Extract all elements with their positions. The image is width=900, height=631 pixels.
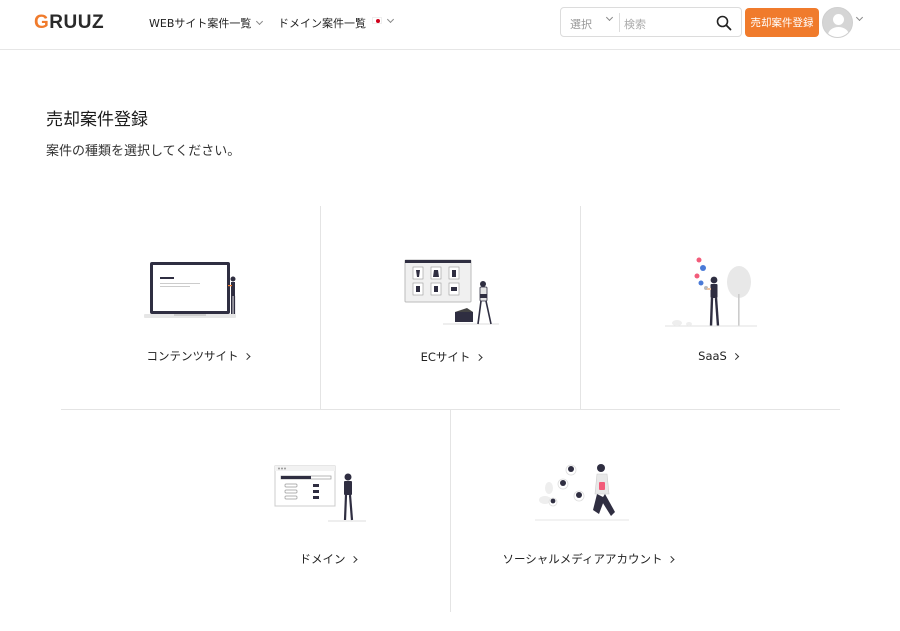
social-media-illustration-icon	[535, 464, 629, 521]
chevron-down-icon	[386, 15, 395, 23]
nav-web-cases[interactable]: WEBサイト案件一覧	[149, 15, 264, 31]
page-subtitle: 案件の種類を選択してください。	[46, 144, 241, 159]
saas-illustration-icon	[665, 257, 757, 327]
nav-domain-cases-label: ドメイン案件一覧	[278, 17, 366, 30]
chevron-down-icon	[605, 13, 614, 22]
logo-rest: RUUZ	[49, 12, 105, 33]
category-label: ECサイト	[420, 350, 471, 364]
chevron-right-icon	[731, 352, 739, 360]
category-select[interactable]: 選択	[570, 16, 592, 32]
chevron-right-icon	[243, 352, 251, 360]
category-ec-site-link[interactable]: ECサイト	[420, 349, 483, 365]
laptop-illustration-icon	[144, 262, 236, 318]
search-input[interactable]: 検索	[624, 16, 646, 32]
chevron-right-icon	[667, 555, 675, 563]
language-selector[interactable]	[372, 15, 395, 24]
nav-domain-cases[interactable]: ドメイン案件一覧	[278, 15, 366, 31]
category-social-media-link[interactable]: ソーシャルメディアアカウント	[502, 551, 675, 567]
register-listing-button[interactable]: 売却案件登録	[745, 8, 819, 37]
chevron-right-icon	[350, 555, 358, 563]
nav-web-cases-label: WEBサイト案件一覧	[149, 17, 252, 30]
gruuz-logo[interactable]: GRUUZ	[34, 12, 104, 34]
category-domain[interactable]: ドメイン	[61, 410, 450, 612]
page-title: 売却案件登録	[46, 110, 148, 130]
chevron-down-icon[interactable]	[855, 13, 864, 22]
category-social-media[interactable]: ソーシャルメディアアカウント	[451, 410, 840, 612]
chevron-down-icon	[256, 17, 264, 26]
avatar-head-shape	[833, 14, 844, 25]
category-label: ドメイン	[299, 552, 346, 566]
category-label: SaaS	[698, 349, 727, 363]
avatar[interactable]	[822, 7, 853, 38]
avatar-body-shape	[828, 27, 849, 37]
search-divider	[619, 13, 620, 32]
category-domain-link[interactable]: ドメイン	[299, 551, 358, 567]
category-label: ソーシャルメディアアカウント	[502, 552, 663, 566]
search-icon[interactable]	[716, 15, 732, 31]
logo-g: G	[34, 12, 50, 33]
category-saas-link[interactable]: SaaS	[698, 349, 739, 363]
category-content-site-link[interactable]: コンテンツサイト	[146, 348, 251, 364]
category-ec-site[interactable]: ECサイト	[321, 206, 580, 409]
ecommerce-illustration-icon	[404, 259, 499, 325]
domain-illustration-icon	[274, 465, 366, 522]
chevron-right-icon	[475, 353, 483, 361]
search-bar: 選択 検索	[560, 7, 742, 37]
top-header: GRUUZ WEBサイト案件一覧 ドメイン案件一覧 選択 検索 売却案件登録	[0, 0, 900, 50]
category-label: コンテンツサイト	[146, 349, 239, 363]
category-saas[interactable]: SaaS	[581, 206, 840, 409]
japan-flag-icon	[372, 17, 382, 24]
category-content-site[interactable]: コンテンツサイト	[61, 206, 320, 409]
